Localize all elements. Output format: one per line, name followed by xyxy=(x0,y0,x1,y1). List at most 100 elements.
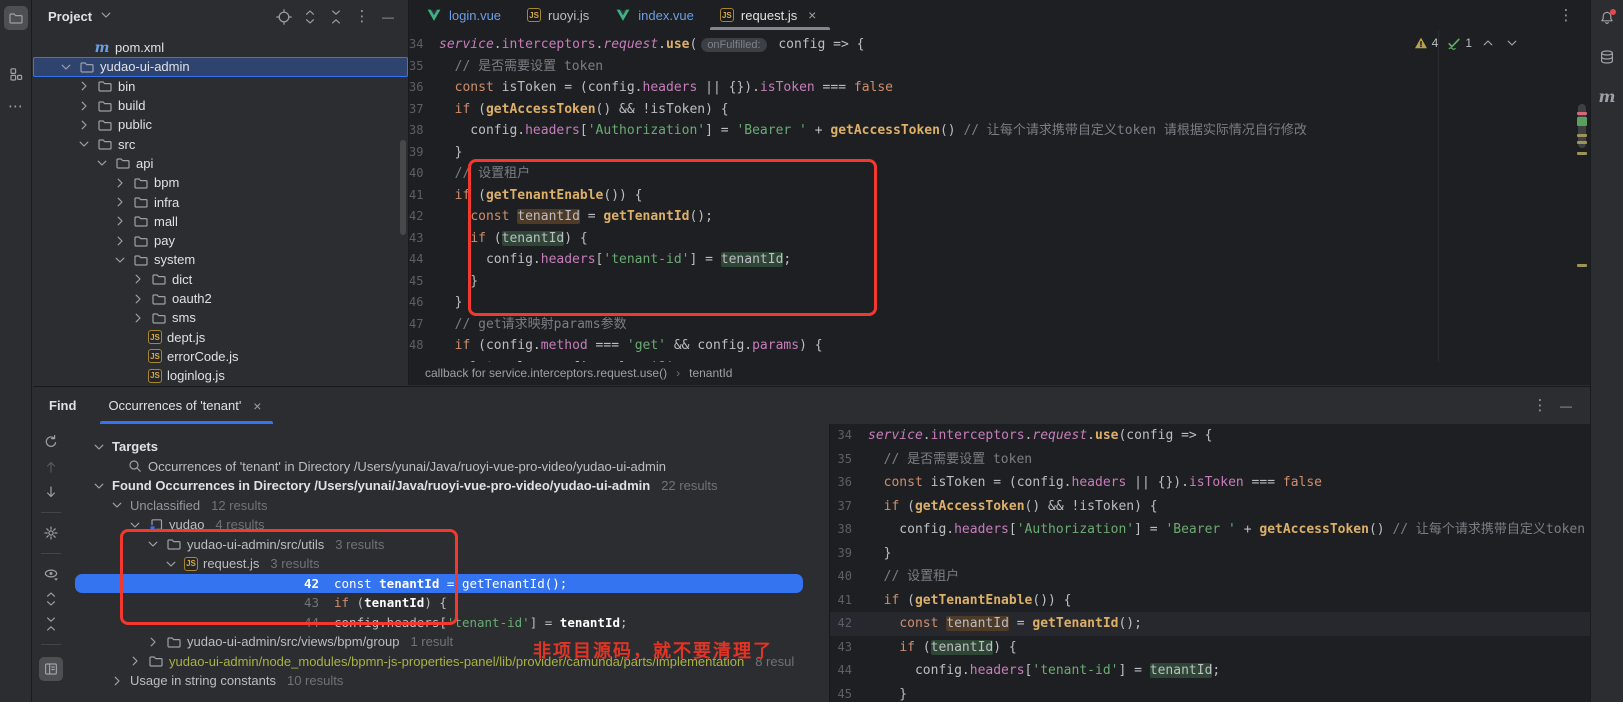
code-editor[interactable]: 34service.interceptors.request.use(onFul… xyxy=(409,30,1590,362)
chevron-down-icon[interactable] xyxy=(94,155,110,171)
tree-row[interactable]: JSerrorCode.js xyxy=(33,347,408,366)
search-result-row[interactable]: 42const tenantId = getTenantId(); xyxy=(75,574,803,594)
breadcrumb-item[interactable]: tenantId xyxy=(689,366,732,380)
tree-row[interactable]: oauth2 xyxy=(33,289,408,308)
code-line[interactable]: 44 config.headers['tenant-id'] = tenantI… xyxy=(409,249,1590,271)
close-icon[interactable]: × xyxy=(249,398,265,414)
chevron-down-icon[interactable] xyxy=(76,136,92,152)
chevron-down-icon[interactable] xyxy=(98,7,114,26)
arrow-down-icon[interactable] xyxy=(43,484,59,500)
breadcrumb-item[interactable]: callback for service.interceptors.reques… xyxy=(425,366,667,380)
chevron-down-icon[interactable] xyxy=(91,478,107,494)
project-title[interactable]: Project xyxy=(48,9,92,24)
code-line[interactable]: 38 config.headers['Authorization'] = 'Be… xyxy=(830,518,1590,542)
chevron-right-icon[interactable] xyxy=(112,175,128,191)
search-result-row[interactable]: 43if (tenantId) { xyxy=(69,593,829,613)
tree-row[interactable]: src xyxy=(33,134,408,153)
tree-row[interactable]: Found Occurrences in Directory /Users/yu… xyxy=(69,476,829,496)
code-line[interactable]: 34service.interceptors.request.use(confi… xyxy=(830,424,1590,448)
chevron-right-icon[interactable] xyxy=(112,233,128,249)
tree-row[interactable]: yudao-ui-admin/node_modules/bpmn-js-prop… xyxy=(69,652,829,672)
code-line[interactable]: 43 if (tenantId) { xyxy=(830,636,1590,660)
tree-row[interactable]: pay xyxy=(33,231,408,250)
inspections-widget[interactable]: 41 xyxy=(1413,35,1520,51)
structure-icon[interactable] xyxy=(8,66,24,82)
code-line[interactable]: 43 if (tenantId) { xyxy=(409,228,1590,250)
code-line[interactable]: 35 // 是否需要设置 token xyxy=(830,448,1590,472)
chevron-right-icon[interactable] xyxy=(112,194,128,210)
chevron-right-icon[interactable] xyxy=(76,98,92,114)
code-line[interactable]: 44 config.headers['tenant-id'] = tenantI… xyxy=(830,659,1590,683)
code-line[interactable]: 38 config.headers['Authorization'] = 'Be… xyxy=(409,120,1590,142)
hide-icon[interactable]: — xyxy=(1558,398,1574,414)
maven-icon[interactable]: m xyxy=(1599,88,1615,104)
kebab-icon[interactable]: ⋮ xyxy=(1558,7,1574,23)
code-line[interactable]: 49 let url = config.url + '?'; xyxy=(409,357,1590,363)
tree-row[interactable]: Occurrences of 'tenant' in Directory /Us… xyxy=(69,457,829,477)
code-line[interactable]: 40 // 设置租户 xyxy=(409,163,1590,185)
tab-index.vue[interactable]: index.vue xyxy=(602,0,707,30)
tab-ruoyi.js[interactable]: JSruoyi.js xyxy=(514,0,602,30)
breadcrumb[interactable]: callback for service.interceptors.reques… xyxy=(409,362,1590,384)
chevron-right-icon[interactable] xyxy=(76,78,92,94)
tree-row[interactable]: build xyxy=(33,96,408,115)
typo-inspection[interactable]: 1 xyxy=(1446,35,1472,51)
code-line[interactable]: 45 } xyxy=(409,271,1590,293)
tree-row[interactable]: sms xyxy=(33,308,408,327)
tab-request.js[interactable]: JSrequest.js× xyxy=(707,0,833,30)
tree-row[interactable]: JSdept.js xyxy=(33,327,408,346)
tree-row[interactable]: yudao-ui-admin/src/utils3 results xyxy=(69,535,829,555)
chevron-down-icon[interactable] xyxy=(163,556,179,572)
tab-login.vue[interactable]: login.vue xyxy=(413,0,514,30)
tree-row[interactable]: Unclassified12 results xyxy=(69,496,829,516)
tree-row[interactable]: api xyxy=(33,154,408,173)
arrow-up-icon[interactable] xyxy=(43,459,59,475)
preview-icon[interactable] xyxy=(39,657,63,681)
refresh-icon[interactable] xyxy=(43,434,59,450)
tree-row[interactable]: mpom.xml xyxy=(33,38,408,57)
expand-all-icon[interactable] xyxy=(43,591,59,607)
code-line[interactable]: 37 if (getAccessToken() && !isToken) { xyxy=(409,99,1590,121)
collapse-all-icon[interactable] xyxy=(328,9,344,25)
gear-icon[interactable] xyxy=(43,525,59,541)
chevron-down-icon[interactable] xyxy=(58,59,74,75)
chevron-right-icon[interactable] xyxy=(76,117,92,133)
tree-row[interactable]: dict xyxy=(33,270,408,289)
code-line[interactable]: 46 } xyxy=(409,292,1590,314)
code-line[interactable]: 39 } xyxy=(409,142,1590,164)
close-icon[interactable]: × xyxy=(804,7,820,23)
collapse-all-icon[interactable] xyxy=(43,616,59,632)
tree-row[interactable]: Targets xyxy=(69,437,829,457)
chevron-down-icon[interactable] xyxy=(98,7,114,23)
tree-row[interactable]: public xyxy=(33,115,408,134)
code-line[interactable]: 37 if (getAccessToken() && !isToken) { xyxy=(830,495,1590,519)
more-icon[interactable]: ⋯ xyxy=(8,98,24,114)
notifications-icon[interactable] xyxy=(1599,10,1615,26)
editor-kebab-icon[interactable]: ⋮ xyxy=(1558,7,1574,23)
chevron-up-icon[interactable] xyxy=(1480,35,1496,51)
code-line[interactable]: 41 if (getTenantEnable()) { xyxy=(830,589,1590,613)
chevron-down-icon[interactable] xyxy=(1504,35,1520,51)
tree-row[interactable]: yudao-ui-admin xyxy=(33,57,408,76)
code-line[interactable]: 48 if (config.method === 'get' && config… xyxy=(409,335,1590,357)
tree-row[interactable]: bpm xyxy=(33,173,408,192)
preview-editor[interactable]: 34service.interceptors.request.use(confi… xyxy=(829,424,1590,702)
scrollbar-thumb[interactable] xyxy=(400,140,406,235)
code-line[interactable]: 42 const tenantId = getTenantId(); xyxy=(830,612,1590,636)
code-line[interactable]: 41 if (getTenantEnable()) { xyxy=(409,185,1590,207)
kebab-icon[interactable]: ⋮ xyxy=(354,9,370,25)
tree-row[interactable]: JSrequest.js3 results xyxy=(69,554,829,574)
expand-all-icon[interactable] xyxy=(302,9,318,25)
chevron-right-icon[interactable] xyxy=(130,291,146,307)
chevron-right-icon[interactable] xyxy=(112,213,128,229)
find-tab[interactable]: Occurrences of 'tenant' × xyxy=(98,387,275,424)
chevron-down-icon[interactable] xyxy=(145,536,161,552)
tree-row[interactable]: yudao4 results xyxy=(69,515,829,535)
kebab-icon[interactable]: ⋮ xyxy=(1532,398,1548,414)
hide-icon[interactable]: — xyxy=(380,9,396,25)
code-line[interactable]: 36 const isToken = (config.headers || {}… xyxy=(409,77,1590,99)
tree-row[interactable]: Usage in string constants10 results xyxy=(69,671,829,691)
tree-row[interactable]: yudao-ui-admin/src/views/bpm/group1 resu… xyxy=(69,632,829,652)
search-result-row[interactable]: 44config.headers['tenant-id'] = tenantId… xyxy=(69,613,829,633)
chevron-right-icon[interactable] xyxy=(145,634,161,650)
